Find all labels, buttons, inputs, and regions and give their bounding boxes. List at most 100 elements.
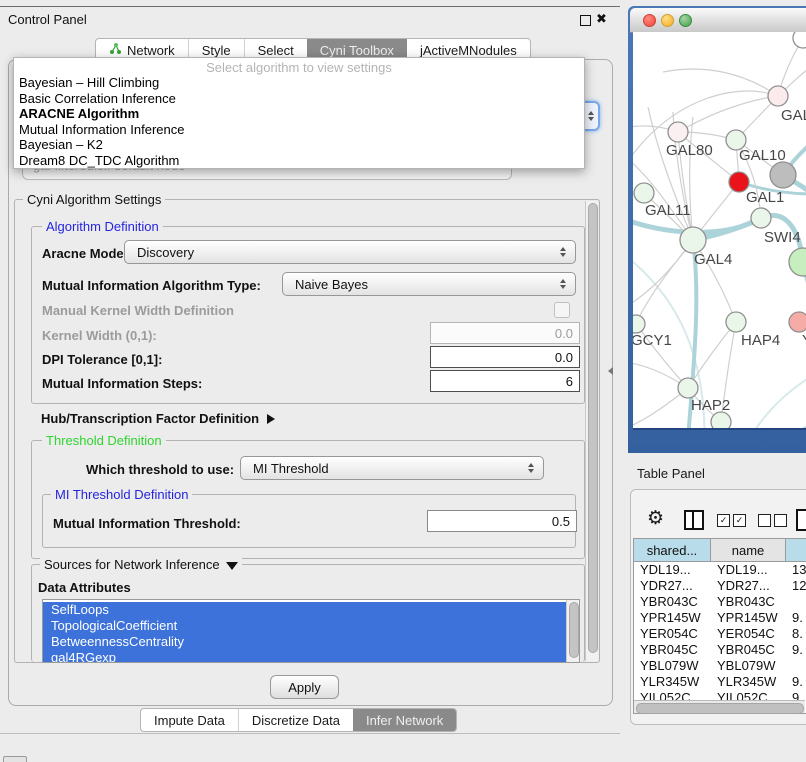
network-node-gcy1[interactable] bbox=[633, 315, 645, 333]
network-node[interactable] bbox=[770, 162, 796, 188]
network-view[interactable]: GALGAL80GAL10GAL1GAL11SWI4GAL4GCY1HAP4YH… bbox=[633, 32, 806, 430]
network-canvas[interactable]: GALGAL80GAL10GAL1GAL11SWI4GAL4GCY1HAP4YH… bbox=[633, 32, 806, 428]
table-row[interactable]: YER054CYER054C8. bbox=[634, 626, 806, 642]
dpi-tolerance-field[interactable]: 0.0 bbox=[430, 346, 580, 368]
table-hscrollbar-thumb[interactable] bbox=[636, 703, 804, 714]
table-cell[interactable]: YDL19... bbox=[711, 562, 786, 578]
mi-threshold-field[interactable]: 0.5 bbox=[427, 510, 577, 532]
network-node[interactable] bbox=[793, 32, 806, 48]
table-row[interactable]: YBR045CYBR045C9. bbox=[634, 642, 806, 658]
list-item-betweennesscentrality[interactable]: BetweennessCentrality bbox=[43, 634, 566, 650]
table-cell[interactable]: YLR345W bbox=[634, 674, 711, 690]
table-row[interactable]: YPR145WYPR145W9. bbox=[634, 610, 806, 626]
table-cell[interactable]: 9. bbox=[786, 642, 806, 658]
zoom-traffic-light[interactable] bbox=[679, 14, 692, 27]
close-window-icon[interactable]: ✖ bbox=[596, 11, 607, 27]
manual-kernel-checkbox[interactable] bbox=[554, 302, 570, 318]
network-node[interactable] bbox=[711, 412, 731, 428]
column-header-partial[interactable] bbox=[786, 539, 806, 561]
table-cell[interactable]: YPR145W bbox=[634, 610, 711, 626]
tab-discretize-data[interactable]: Discretize Data bbox=[238, 709, 353, 731]
table-cell[interactable] bbox=[786, 594, 806, 610]
network-window-titlebar[interactable] bbox=[630, 8, 806, 33]
table-cell[interactable]: YER054C bbox=[711, 626, 786, 642]
table-cell[interactable]: YBR043C bbox=[711, 594, 786, 610]
tab-impute-data[interactable]: Impute Data bbox=[141, 709, 238, 731]
mi-steps-field[interactable]: 6 bbox=[430, 370, 580, 392]
table-cell[interactable]: YBR045C bbox=[634, 642, 711, 658]
float-window-icon[interactable] bbox=[580, 15, 591, 26]
sources-title-wrap[interactable]: Sources for Network Inference bbox=[40, 557, 242, 572]
network-node-label: GAL bbox=[781, 107, 806, 124]
network-node-gal80[interactable] bbox=[668, 122, 688, 142]
list-item-gal4rgexp[interactable]: gal4RGexp bbox=[43, 650, 566, 663]
table-hscrollbar[interactable] bbox=[634, 700, 805, 713]
network-node-y[interactable] bbox=[789, 312, 806, 332]
table-cell[interactable]: YLR345W bbox=[711, 674, 786, 690]
network-edge[interactable] bbox=[636, 240, 693, 324]
panel-corner-button[interactable] bbox=[3, 756, 27, 762]
dropdown-item-mutual-information[interactable]: Mutual Information Inference bbox=[14, 122, 584, 138]
gear-icon[interactable]: ⚙ bbox=[647, 509, 664, 528]
table-cell[interactable]: YPR145W bbox=[711, 610, 786, 626]
table-cell[interactable]: YER054C bbox=[634, 626, 711, 642]
dropdown-item-bayesian-k2[interactable]: Bayesian – K2 bbox=[14, 137, 584, 153]
table-cell[interactable]: 9. bbox=[786, 674, 806, 690]
new-table-icon[interactable] bbox=[796, 509, 806, 531]
tab-infer-network[interactable]: Infer Network bbox=[353, 709, 456, 731]
table-cell[interactable]: 12 bbox=[786, 578, 806, 594]
dropdown-item-dream8[interactable]: Dream8 DC_TDC Algorithm bbox=[14, 153, 584, 169]
network-edge[interactable] bbox=[733, 372, 806, 428]
network-node-gal4[interactable] bbox=[680, 227, 706, 253]
mi-steps-value: 6 bbox=[566, 374, 573, 389]
table-cell[interactable]: YBR043C bbox=[634, 594, 711, 610]
select-all-checks-icon[interactable]: ✓ ✓ bbox=[717, 514, 746, 527]
kernel-width-field[interactable]: 0.0 bbox=[430, 322, 580, 344]
dropdown-item-bayesian-hill-climbing[interactable]: Bayesian – Hill Climbing bbox=[14, 75, 584, 91]
dropdown-item-basic-correlation[interactable]: Basic Correlation Inference bbox=[14, 91, 584, 107]
column-header-name[interactable]: name bbox=[711, 539, 786, 561]
network-node-swi4[interactable] bbox=[751, 208, 771, 228]
table-row[interactable]: YBL079WYBL079W bbox=[634, 658, 806, 674]
list-scrollbar-thumb[interactable] bbox=[569, 602, 579, 658]
list-item-topologicalcoefficient[interactable]: TopologicalCoefficient bbox=[43, 618, 566, 634]
which-threshold-combo[interactable]: MI Threshold bbox=[240, 456, 544, 480]
column-header-shared-name[interactable]: shared... bbox=[634, 539, 711, 561]
network-node-gal11[interactable] bbox=[634, 183, 654, 203]
table-cell[interactable]: YDR27... bbox=[634, 578, 711, 594]
hub-definition-expander[interactable]: Hub/Transcription Factor Definition bbox=[41, 411, 275, 426]
dropdown-item-aracne[interactable]: ARACNE Algorithm bbox=[14, 106, 584, 122]
split-columns-icon[interactable] bbox=[684, 510, 704, 530]
deselect-all-checks-icon[interactable] bbox=[758, 514, 787, 527]
list-item-selfloops[interactable]: SelfLoops bbox=[43, 602, 566, 618]
settings-scrollbar-thumb[interactable] bbox=[588, 203, 598, 653]
table-cell[interactable]: YDR27... bbox=[711, 578, 786, 594]
network-edge[interactable] bbox=[633, 240, 693, 310]
table-row[interactable]: YLR345WYLR345W9. bbox=[634, 674, 806, 690]
network-node[interactable] bbox=[789, 248, 806, 276]
aracne-mode-combo[interactable]: Discovery bbox=[124, 240, 576, 264]
algorithm-combo-focus-edge[interactable] bbox=[583, 101, 600, 131]
table-cell[interactable]: 8. bbox=[786, 626, 806, 642]
close-traffic-light[interactable] bbox=[643, 14, 656, 27]
table-row[interactable]: YDL19...YDL19...13 bbox=[634, 562, 806, 578]
apply-button[interactable]: Apply bbox=[270, 675, 339, 699]
table-cell[interactable]: YDL19... bbox=[634, 562, 711, 578]
settings-scrollbar[interactable] bbox=[585, 201, 598, 661]
table-cell[interactable] bbox=[786, 658, 806, 674]
table-cell[interactable]: 13 bbox=[786, 562, 806, 578]
network-edge[interactable] bbox=[678, 96, 778, 132]
table-cell[interactable]: YBL079W bbox=[634, 658, 711, 674]
network-node-hap2[interactable] bbox=[678, 378, 698, 398]
table-cell[interactable]: YBR045C bbox=[711, 642, 786, 658]
splitter-collapse-arrow[interactable] bbox=[608, 367, 613, 375]
minimize-traffic-light[interactable] bbox=[661, 14, 674, 27]
table-row[interactable]: YBR043CYBR043C bbox=[634, 594, 806, 610]
table-row[interactable]: YDR27...YDR27...12 bbox=[634, 578, 806, 594]
list-scrollbar[interactable] bbox=[566, 600, 579, 662]
network-node-gal[interactable] bbox=[768, 86, 788, 106]
network-node-hap4[interactable] bbox=[726, 312, 746, 332]
mi-type-combo[interactable]: Naive Bayes bbox=[282, 272, 576, 296]
table-cell[interactable]: 9. bbox=[786, 610, 806, 626]
table-cell[interactable]: YBL079W bbox=[711, 658, 786, 674]
